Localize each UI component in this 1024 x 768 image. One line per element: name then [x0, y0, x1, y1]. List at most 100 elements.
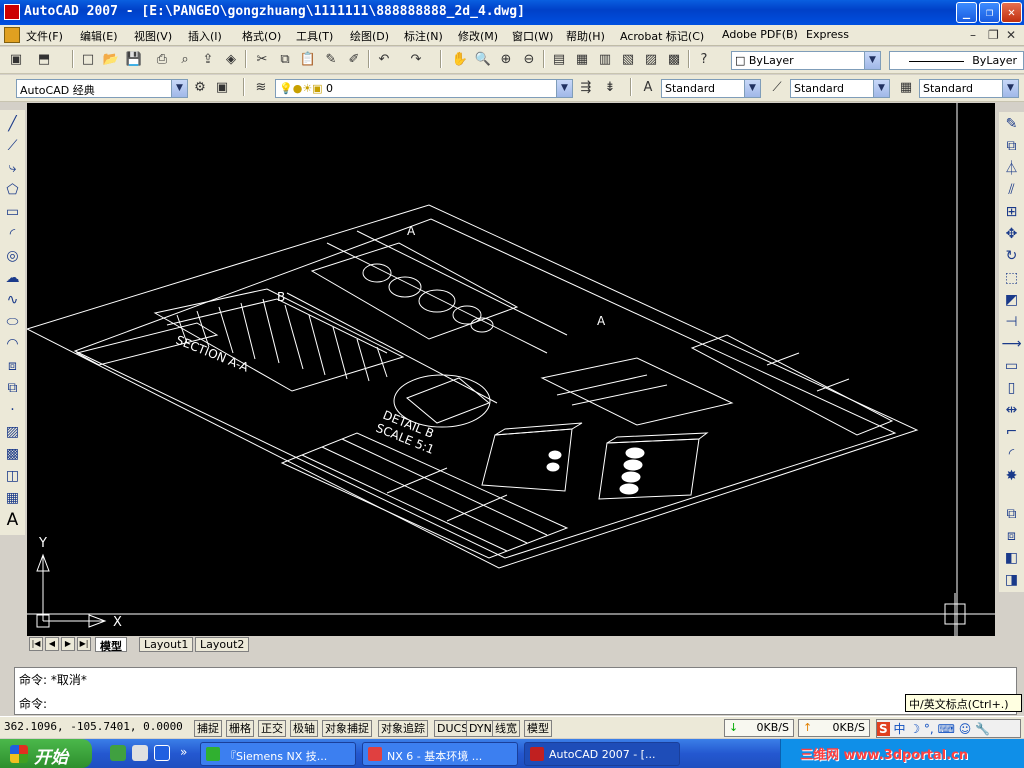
insert-block-icon[interactable]: ⧈	[3, 356, 22, 375]
cut-icon[interactable]: ✂	[252, 49, 272, 69]
start-button[interactable]: 开始	[0, 739, 92, 768]
dim-style-select[interactable]: Standard ▼	[790, 79, 890, 98]
stretch-icon[interactable]: ◩	[1002, 290, 1021, 309]
array-icon[interactable]: ⊞	[1002, 202, 1021, 221]
text-style-icon[interactable]: A	[638, 77, 658, 97]
tool-palettes-icon[interactable]: ▥	[595, 49, 615, 69]
menu-insert[interactable]: 插入(I)	[188, 28, 222, 44]
make-block-icon[interactable]: ⧉	[3, 378, 22, 397]
model-toggle[interactable]: 模型	[524, 720, 552, 737]
prev-tab-button[interactable]: ◀	[45, 637, 59, 651]
bring-to-front-icon[interactable]: ⧈	[1002, 526, 1021, 545]
copy-icon[interactable]: ⧉	[275, 49, 295, 69]
pdf-icon[interactable]: ⬒	[34, 49, 54, 69]
osnap-toggle[interactable]: 对象捕捉	[322, 720, 372, 737]
markup-icon[interactable]: ▨	[641, 49, 661, 69]
zoom-previous-icon[interactable]: ⊖	[519, 49, 539, 69]
menu-view[interactable]: 视图(V)	[134, 28, 172, 44]
menu-window[interactable]: 窗口(W)	[512, 28, 553, 44]
table-style-icon[interactable]: ▦	[896, 77, 916, 97]
redo-icon[interactable]: ↷	[406, 49, 426, 69]
quicklaunch-ie-icon[interactable]	[110, 745, 126, 761]
autocad-app-icon[interactable]	[4, 4, 20, 20]
layer-previous-icon[interactable]: ⇟	[600, 77, 620, 97]
snap-toggle[interactable]: 捕捉	[194, 720, 222, 737]
ellipse-icon[interactable]: ⬭	[3, 312, 22, 331]
text-style-select[interactable]: Standard ▼	[661, 79, 761, 98]
sogou-icon[interactable]: S	[877, 722, 890, 736]
task-autocad[interactable]: AutoCAD 2007 - [...	[524, 742, 680, 766]
quicklaunch-desktop-icon[interactable]	[132, 745, 148, 761]
rotate-icon[interactable]: ↻	[1002, 246, 1021, 265]
line-icon[interactable]: ╱	[3, 114, 22, 133]
open-icon[interactable]: 📂	[101, 49, 121, 69]
maximize-button[interactable]: ❐	[979, 2, 1000, 23]
task-nx6[interactable]: NX 6 - 基本环境 ...	[362, 742, 518, 766]
pan-icon[interactable]: ✋	[450, 49, 470, 69]
3d-dwf-icon[interactable]: ◈	[221, 49, 241, 69]
doc-close-button[interactable]: ✕	[1006, 28, 1016, 42]
region-icon[interactable]: ◫	[3, 466, 22, 485]
grid-toggle[interactable]: 栅格	[226, 720, 254, 737]
document-icon[interactable]	[4, 27, 20, 43]
coordinate-readout[interactable]: 362.1096, -105.7401, 0.0000	[4, 720, 183, 733]
mirror-icon[interactable]: ⏃	[1002, 158, 1021, 177]
construction-line-icon[interactable]: ⟋	[3, 136, 22, 155]
command-window[interactable]: 命令: *取消* 命令:	[14, 667, 1017, 715]
erase-icon[interactable]: ✎	[1002, 114, 1021, 133]
sheet-set-icon[interactable]: ▧	[618, 49, 638, 69]
break-at-point-icon[interactable]: ▭	[1002, 356, 1021, 375]
minimize-button[interactable]: _	[956, 2, 977, 23]
polyline-icon[interactable]: ⤷	[3, 158, 22, 177]
revision-cloud-icon[interactable]: ☁	[3, 268, 22, 287]
bring-above-icon[interactable]: ◨	[1002, 570, 1021, 589]
first-tab-button[interactable]: |◀	[29, 637, 43, 651]
doc-minimize-button[interactable]: –	[970, 28, 976, 42]
multiline-text-icon[interactable]: A	[3, 510, 22, 530]
linetype-select[interactable]: ByLayer	[889, 51, 1024, 70]
my-workspace-icon[interactable]: ▣	[212, 77, 232, 97]
fillet-icon[interactable]: ◜	[1002, 444, 1021, 463]
explode-icon[interactable]: ✸	[1002, 466, 1021, 485]
save-icon[interactable]: 💾	[124, 49, 144, 69]
otrack-toggle[interactable]: 对象追踪	[378, 720, 428, 737]
point-icon[interactable]: ·	[3, 400, 22, 419]
spline-icon[interactable]: ∿	[3, 290, 22, 309]
properties-icon[interactable]: ▤	[549, 49, 569, 69]
break-icon[interactable]: ▯	[1002, 378, 1021, 397]
menu-tools[interactable]: 工具(T)	[296, 28, 333, 44]
arc-icon[interactable]: ◜	[3, 224, 22, 243]
lineweight-toggle[interactable]: 线宽	[492, 720, 520, 737]
dim-style-icon[interactable]: ⟋	[767, 77, 787, 97]
ortho-toggle[interactable]: 正交	[258, 720, 286, 737]
match-properties-icon[interactable]: ✎	[321, 49, 341, 69]
move-icon[interactable]: ✥	[1002, 224, 1021, 243]
menu-express[interactable]: Express	[806, 28, 849, 41]
copy-object-icon[interactable]: ⧉	[1002, 136, 1021, 155]
menu-edit[interactable]: 编辑(E)	[80, 28, 118, 44]
polar-toggle[interactable]: 极轴	[290, 720, 318, 737]
offset-icon[interactable]: ⫽	[1002, 180, 1021, 199]
punctuation-icon[interactable]: °,	[924, 722, 934, 736]
paste-icon[interactable]: 📋	[298, 49, 318, 69]
extend-icon[interactable]: ⟶	[1001, 334, 1021, 353]
table-style-select[interactable]: Standard ▼	[919, 79, 1019, 98]
menu-draw[interactable]: 绘图(D)	[350, 28, 389, 44]
last-tab-button[interactable]: ▶|	[77, 637, 91, 651]
zoom-window-icon[interactable]: ⊕	[496, 49, 516, 69]
menu-help[interactable]: 帮助(H)	[566, 28, 605, 44]
workspace-settings-icon[interactable]: ⚙	[190, 77, 210, 97]
trim-icon[interactable]: ⊣	[1002, 312, 1021, 331]
table-icon[interactable]: ▦	[3, 488, 22, 507]
qnew-icon[interactable]: ▣	[6, 49, 26, 69]
task-siemens-nx-forum[interactable]: 『Siemens NX 技...	[200, 742, 356, 766]
scale-icon[interactable]: ⬚	[1002, 268, 1021, 287]
user-icon[interactable]: ☺	[959, 722, 972, 736]
keyboard-icon[interactable]: ⌨	[938, 722, 955, 736]
close-button[interactable]: ✕	[1001, 2, 1022, 23]
help-icon[interactable]: ?	[694, 49, 714, 69]
wrench-icon[interactable]: 🔧	[975, 722, 990, 736]
design-center-icon[interactable]: ▦	[572, 49, 592, 69]
gradient-icon[interactable]: ▩	[3, 444, 22, 463]
menu-modify[interactable]: 修改(M)	[458, 28, 498, 44]
